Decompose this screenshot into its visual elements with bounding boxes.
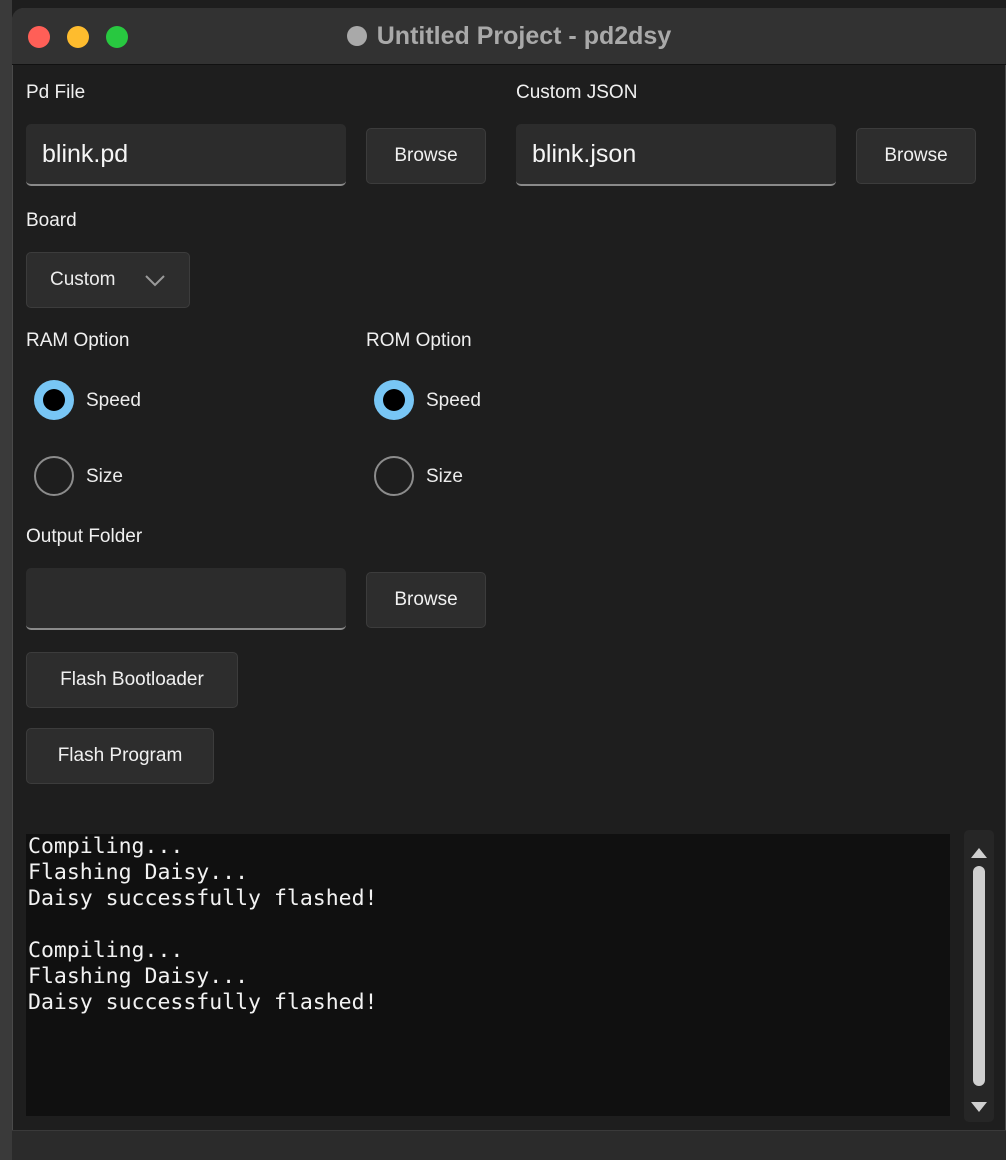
scroll-up-arrow-icon[interactable] xyxy=(971,848,987,858)
flash-bootloader-button[interactable]: Flash Bootloader xyxy=(26,652,238,708)
output-folder-browse-button[interactable]: Browse xyxy=(366,572,486,628)
rom-speed-label: Speed xyxy=(426,390,481,411)
console-scrollbar[interactable] xyxy=(964,830,994,1122)
custom-json-input[interactable]: blink.json xyxy=(516,124,836,186)
board-dropdown[interactable]: Custom xyxy=(26,252,190,308)
window-title-text: Untitled Project - pd2dsy xyxy=(376,22,672,50)
board-label: Board xyxy=(26,210,77,231)
rom-size-label: Size xyxy=(426,466,463,487)
ram-option-label: RAM Option xyxy=(26,330,130,351)
desktop-edge xyxy=(0,0,12,1160)
rom-size-radio[interactable] xyxy=(374,456,414,496)
window-title: Untitled Project - pd2dsy xyxy=(12,8,1006,64)
rom-speed-radio[interactable] xyxy=(374,380,414,420)
console-line: Daisy successfully flashed! xyxy=(28,886,378,911)
ram-size-radio[interactable] xyxy=(34,456,74,496)
console-line: Flashing Daisy... xyxy=(28,860,249,885)
title-bar[interactable]: Untitled Project - pd2dsy xyxy=(12,8,1006,65)
ram-size-label: Size xyxy=(86,466,123,487)
scroll-down-arrow-icon[interactable] xyxy=(971,1102,987,1112)
scrollbar-thumb[interactable] xyxy=(973,866,985,1086)
flash-program-button[interactable]: Flash Program xyxy=(26,728,214,784)
console-line: Compiling... xyxy=(28,938,184,963)
custom-json-browse-button[interactable]: Browse xyxy=(856,128,976,184)
app-window: Untitled Project - pd2dsy Pd File blink.… xyxy=(12,8,1006,1160)
console-line: Flashing Daisy... xyxy=(28,964,249,989)
console-output[interactable]: Compiling... Flashing Daisy... Daisy suc… xyxy=(26,834,950,1116)
ram-speed-label: Speed xyxy=(86,390,141,411)
output-folder-input[interactable] xyxy=(26,568,346,630)
window-bottom-bar xyxy=(12,1130,1006,1160)
document-icon xyxy=(346,26,367,46)
console-line: Daisy successfully flashed! xyxy=(28,990,378,1015)
board-selected-value: Custom xyxy=(50,269,116,290)
rom-option-label: ROM Option xyxy=(366,330,472,351)
ram-speed-radio[interactable] xyxy=(34,380,74,420)
custom-json-label: Custom JSON xyxy=(516,82,638,103)
chevron-down-icon xyxy=(145,275,165,287)
console-line: Compiling... xyxy=(28,834,184,859)
output-folder-label: Output Folder xyxy=(26,526,143,547)
pd-file-browse-button[interactable]: Browse xyxy=(366,128,486,184)
pd-file-input[interactable]: blink.pd xyxy=(26,124,346,186)
pd-file-label: Pd File xyxy=(26,82,86,103)
